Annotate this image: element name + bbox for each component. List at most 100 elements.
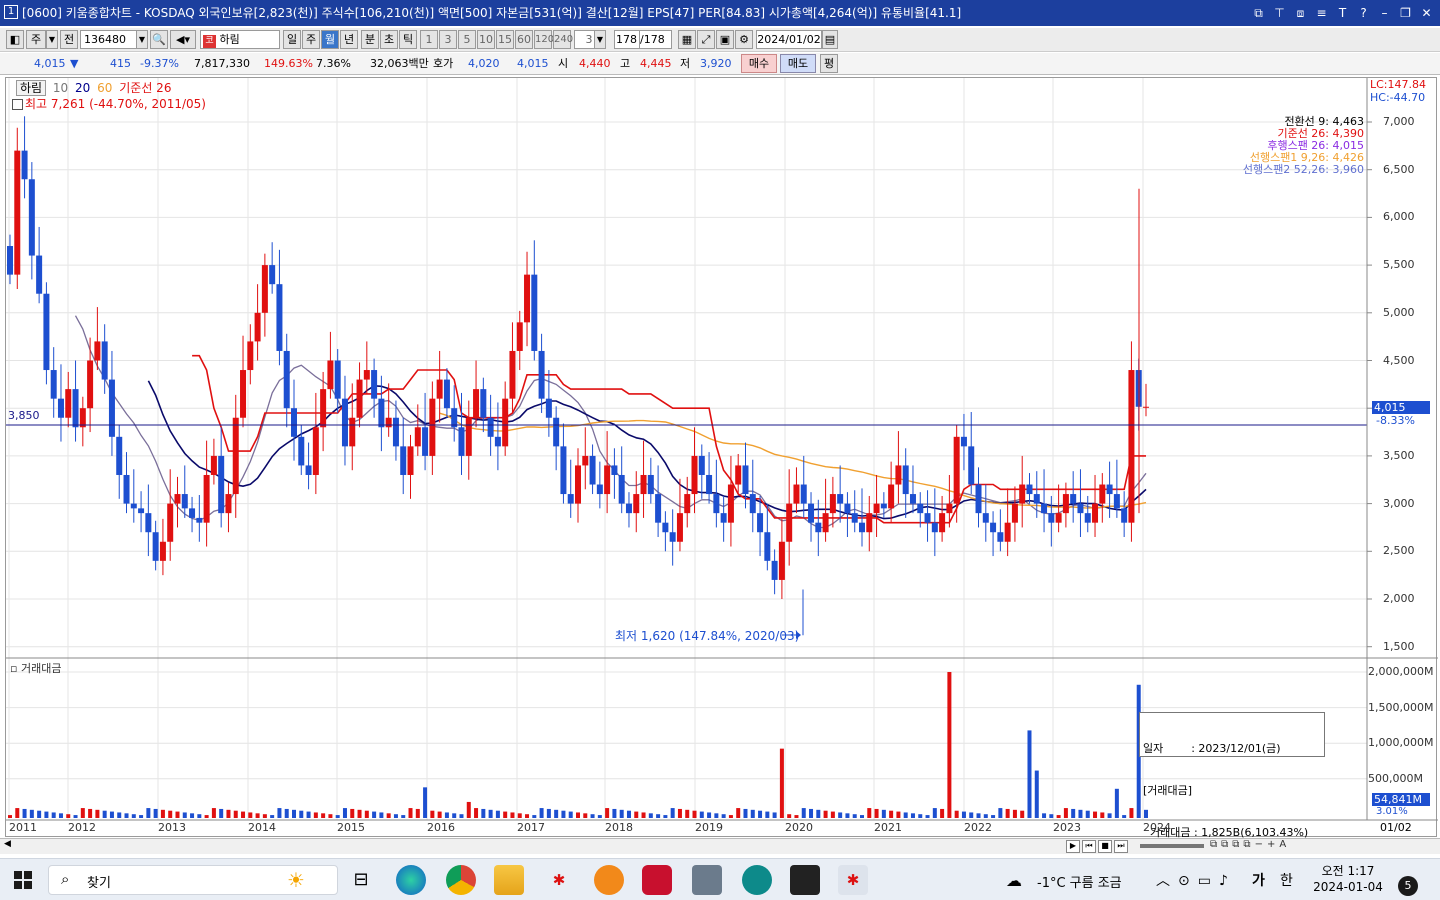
chevron-down-icon[interactable]: ▼ [46, 30, 58, 49]
menu-icon[interactable]: ◧ [6, 30, 24, 49]
interval-15[interactable]: 15 [496, 30, 514, 49]
legend-ma20[interactable]: 20 [75, 81, 90, 95]
speaker-icon[interactable]: ◀▾ [170, 30, 196, 49]
candle-body [800, 484, 807, 504]
clock-date[interactable]: 2024-01-04 [1310, 880, 1386, 894]
candle-body [145, 513, 152, 533]
clock-time[interactable]: 오전 1:17 [1316, 862, 1380, 879]
kiwoom-active-icon[interactable]: ✱ [838, 865, 868, 895]
restore-icon[interactable]: ❐ [1398, 6, 1413, 20]
list-icon[interactable]: ≡ [1314, 6, 1329, 20]
hline-label: 3,850 [8, 409, 40, 422]
window-number-badge[interactable]: 1 [4, 5, 18, 19]
fast-forward-icon[interactable]: ⏭ [1114, 840, 1128, 853]
weather-text[interactable]: -1°C 구름 조금 [1037, 872, 1122, 891]
rewind-icon[interactable]: ⏮ [1082, 840, 1096, 853]
sell-button[interactable]: 매도 [780, 54, 816, 73]
count-input[interactable]: 178 [614, 30, 640, 49]
legend-base-line[interactable]: 기준선 26 [119, 81, 171, 95]
candle-body [589, 455, 596, 485]
close-icon[interactable]: ✕ [1419, 6, 1434, 20]
average-button[interactable]: 평 [820, 54, 838, 73]
window-group-icon[interactable]: ⧈ [1293, 6, 1308, 21]
candle-body [276, 284, 283, 351]
plus-icon[interactable]: + [1267, 839, 1279, 850]
checkbox-icon[interactable] [12, 99, 23, 110]
legend-ma10[interactable]: 10 [53, 81, 68, 95]
interval-5[interactable]: 5 [458, 30, 476, 49]
taskbar-search[interactable]: ⌕ 찾기 ☀ [48, 865, 338, 895]
pin-icon[interactable]: ⊤ [1272, 6, 1287, 20]
volume-bar [918, 814, 923, 818]
save-icon[interactable]: ▣ [716, 30, 734, 49]
help-icon[interactable]: ? [1356, 6, 1371, 20]
settings-gear-icon[interactable]: ⚙ [735, 30, 753, 49]
interval-60[interactable]: 60 [515, 30, 533, 49]
candle-body [225, 494, 232, 514]
tray-icons[interactable]: ︿⊙▭♪ [1156, 870, 1236, 890]
period-month[interactable]: 월 [321, 30, 339, 49]
candle-body [116, 436, 123, 475]
notification-badge[interactable]: 5 [1398, 876, 1418, 896]
minimize-icon[interactable]: – [1377, 6, 1392, 20]
period-week[interactable]: 주 [302, 30, 320, 49]
tooltip-date: 일자 : 2023/12/01(금) [1143, 742, 1281, 755]
text-icon[interactable]: T [1335, 6, 1350, 20]
calendar-icon[interactable]: ▤ [822, 30, 838, 49]
candle-body [757, 513, 764, 533]
date-input[interactable]: 2024/01/02 [756, 30, 822, 49]
chart-area[interactable]: 하림 10 20 60 기준선 26 최고 7,261 (-44.70%, 20… [5, 77, 1438, 839]
zoom-icon[interactable]: ⤢ [697, 30, 715, 49]
interval-1[interactable]: 1 [420, 30, 438, 49]
code-dropdown-icon[interactable]: ▼ [136, 30, 148, 49]
app-teal-icon[interactable] [742, 865, 772, 895]
period-tick[interactable]: 틱 [399, 30, 417, 49]
volume-bar [139, 815, 144, 818]
interval-120[interactable]: 120 [534, 30, 554, 49]
candle-body [167, 503, 174, 542]
stock-type-button[interactable]: 주 [26, 30, 46, 49]
grid-icon[interactable]: ▦ [678, 30, 696, 49]
font-icon[interactable]: A [1279, 839, 1290, 850]
period-day[interactable]: 일 [283, 30, 301, 49]
interval-10[interactable]: 10 [477, 30, 495, 49]
chart-scrollbar[interactable]: ◀ ▶ ⏮ ■ ⏭ ⧉⧉⧉⧉−+A [0, 838, 1440, 854]
buy-button[interactable]: 매수 [741, 54, 777, 73]
year-label: 2013 [158, 821, 186, 834]
windows-start-icon[interactable] [14, 871, 32, 889]
scroll-right-icon[interactable]: ▶ [1066, 840, 1080, 853]
app-red-icon[interactable] [642, 865, 672, 895]
period-second[interactable]: 초 [380, 30, 398, 49]
year-label: 2024 [1143, 821, 1171, 834]
kiwoom-icon[interactable]: ✱ [544, 865, 574, 895]
interval-3[interactable]: 3 [439, 30, 457, 49]
period-minute[interactable]: 분 [361, 30, 379, 49]
search-icon[interactable]: 🔍 [150, 30, 168, 49]
task-view-icon[interactable]: ⊟ [346, 865, 376, 895]
interval-dropdown-icon[interactable]: ▼ [594, 30, 606, 49]
legend-stock-name[interactable]: 하림 [16, 80, 47, 96]
stock-name-field[interactable]: 코 하림 [200, 30, 280, 49]
file-explorer-icon[interactable] [494, 865, 524, 895]
sticky-notes-icon[interactable] [790, 865, 820, 895]
ime-indicator[interactable]: 가 [1252, 870, 1265, 890]
layout-icon[interactable]: ⧉⧉⧉⧉ [1210, 839, 1255, 850]
market-button[interactable]: 전 [60, 30, 78, 49]
volume-bar [641, 812, 646, 818]
scroll-thumb[interactable] [1140, 844, 1204, 848]
chrome-icon[interactable] [446, 865, 476, 895]
link-icon[interactable]: ⧉ [1251, 6, 1266, 21]
volume-bar [350, 808, 355, 818]
stop-icon[interactable]: ■ [1098, 840, 1112, 853]
interval-240[interactable]: 240 [553, 30, 573, 49]
legend-ma60[interactable]: 60 [97, 81, 112, 95]
minus-icon[interactable]: − [1255, 839, 1267, 850]
period-year[interactable]: 년 [340, 30, 358, 49]
scroll-left-icon[interactable]: ◀ [4, 839, 11, 849]
weather-icon[interactable]: ☁ [1006, 871, 1022, 890]
volume-bar [1042, 813, 1047, 818]
edge-icon[interactable] [396, 865, 426, 895]
app-orange-icon[interactable] [594, 865, 624, 895]
lang-indicator[interactable]: 한 [1280, 870, 1293, 890]
calculator-icon[interactable] [692, 865, 722, 895]
